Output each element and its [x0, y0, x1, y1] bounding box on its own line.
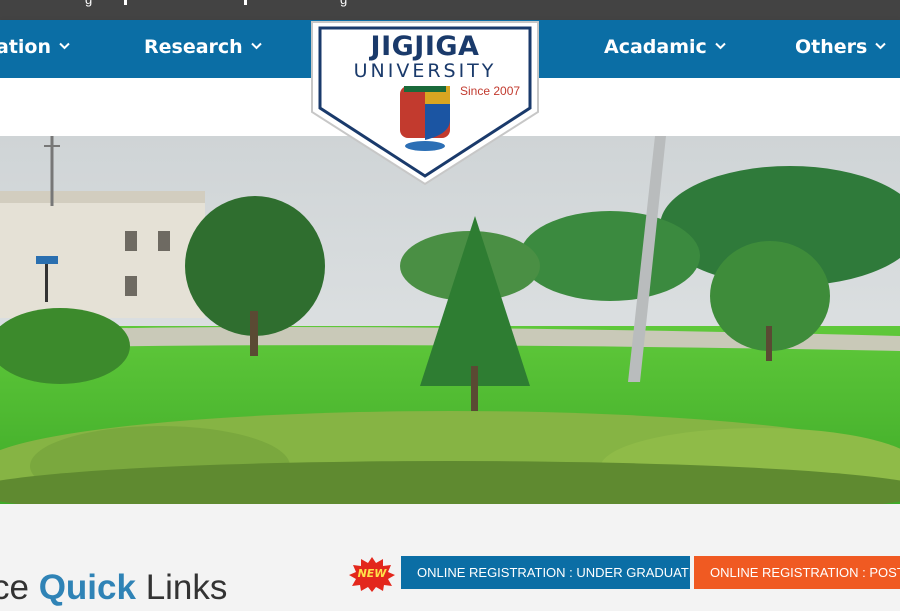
chevron-down-icon — [715, 17, 726, 72]
nav-item-others[interactable]: Others — [795, 17, 887, 78]
heading-prefix: ce — [0, 568, 29, 607]
logo-since: Since 2007 — [460, 84, 521, 98]
university-logo[interactable]: JIGJIGA UNIVERSITY Since 2007 — [310, 20, 540, 186]
hero-campus-image — [0, 136, 900, 504]
quick-links-heading: ce Quick Links — [0, 568, 227, 608]
heading-bold: Quick — [38, 568, 136, 607]
nav-item-academic[interactable]: Acadamic — [604, 20, 726, 78]
nav-item-label: ation — [0, 36, 51, 58]
nav-item-label: Research — [144, 36, 243, 58]
heading-suffix: Links — [135, 568, 228, 607]
nav-item-research[interactable]: Research — [144, 20, 262, 78]
chevron-down-icon — [250, 17, 262, 72]
logo-name-line2: UNIVERSITY — [353, 60, 497, 82]
chevron-down-icon — [59, 17, 70, 72]
new-badge-icon: NEW — [348, 556, 396, 592]
topbar-link-fragment[interactable]: g — [85, 0, 92, 7]
chevron-down-icon — [875, 17, 887, 72]
online-registration-undergraduate-button[interactable]: ONLINE REGISTRATION : UNDER GRADUATE — [401, 556, 690, 589]
topbar-separator — [124, 0, 127, 5]
new-badge-text: NEW — [357, 567, 387, 580]
nav-item-label: Acadamic — [604, 36, 707, 58]
nav-item-label: Others — [795, 36, 868, 58]
top-utility-bar: g g — [0, 0, 900, 20]
online-registration-postgraduate-button[interactable]: ONLINE REGISTRATION : POST G — [694, 556, 900, 589]
topbar-separator — [244, 0, 247, 5]
nav-item-administration[interactable]: ation — [0, 20, 70, 78]
topbar-link-fragment[interactable]: g — [340, 0, 347, 7]
logo-name-line1: JIGJIGA — [370, 31, 480, 62]
